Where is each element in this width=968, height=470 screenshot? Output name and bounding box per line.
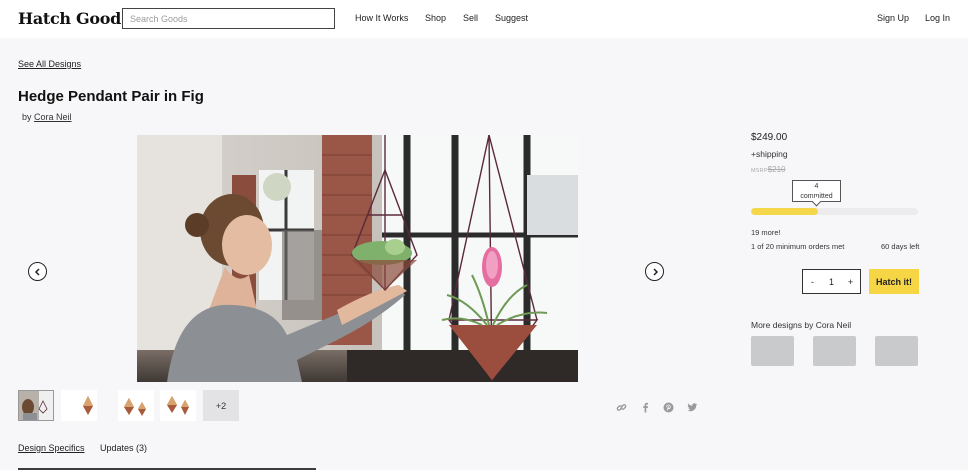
decrement-button[interactable]: - (803, 277, 822, 287)
related-design-3[interactable] (875, 336, 918, 366)
twitter-glyph (687, 403, 698, 412)
related-design-1[interactable] (751, 336, 794, 366)
link-glyph (616, 404, 627, 411)
product-hero-image (137, 135, 578, 382)
pinterest-glyph (663, 402, 674, 413)
committed-tooltip: 4 committed (792, 180, 841, 202)
next-image-button[interactable] (645, 262, 664, 281)
msrp: MSRP$210 (751, 165, 786, 174)
hero-photo (137, 135, 578, 382)
hatch-it-button[interactable]: Hatch it! (869, 269, 919, 294)
nav-suggest[interactable]: Suggest (495, 13, 528, 23)
thumbnail-photo (19, 391, 53, 420)
thumbnail-photo (118, 390, 154, 421)
committed-label: committed (800, 192, 833, 200)
more-thumbnails-button[interactable]: +2 (203, 390, 239, 421)
site-logo[interactable]: Hatch Good (18, 9, 121, 28)
facebook-icon[interactable] (640, 402, 651, 413)
more-designs-heading: More designs by Cora Neil (751, 320, 852, 330)
twitter-icon[interactable] (687, 402, 698, 413)
thumbnail-1[interactable] (18, 390, 54, 421)
minimum-orders-status: 1 of 20 minimum orders met (751, 242, 845, 251)
tab-design-specifics[interactable]: Design Specifics (18, 443, 85, 453)
designer-byline: by Cora Neil (22, 112, 72, 122)
quantity-value[interactable]: 1 (822, 277, 841, 287)
log-in-link[interactable]: Log In (925, 13, 950, 23)
chevron-left-icon (34, 267, 40, 276)
thumbnail-4[interactable] (160, 390, 196, 421)
increment-button[interactable]: + (841, 277, 860, 287)
byline-prefix: by (22, 112, 32, 122)
days-left: 60 days left (881, 242, 920, 251)
order-progress-bar (751, 208, 918, 215)
committed-count: 4 (814, 183, 819, 190)
quantity-stepper: - 1 + (802, 269, 861, 294)
facebook-glyph (643, 402, 648, 413)
msrp-label: MSRP (751, 168, 768, 174)
shipping-note: +shipping (751, 149, 788, 159)
thumbnail-photo (160, 390, 196, 421)
designer-link[interactable]: Cora Neil (34, 112, 72, 122)
see-all-designs-link[interactable]: See All Designs (18, 59, 81, 69)
site-header: Hatch Good How It Works Shop Sell Sugges… (0, 0, 968, 38)
order-progress-fill (751, 208, 818, 215)
sign-up-link[interactable]: Sign Up (877, 13, 909, 23)
orders-remaining: 19 more! (751, 228, 781, 237)
thumbnail-2[interactable] (61, 390, 97, 421)
nav-how-it-works[interactable]: How It Works (355, 13, 408, 23)
nav-shop[interactable]: Shop (425, 13, 446, 23)
msrp-value: $210 (767, 165, 786, 174)
previous-image-button[interactable] (28, 262, 47, 281)
thumbnail-photo (61, 390, 97, 421)
link-icon[interactable] (616, 402, 627, 413)
price: $249.00 (751, 132, 788, 143)
chevron-right-icon (652, 267, 658, 276)
page-title: Hedge Pendant Pair in Fig (18, 88, 204, 105)
pinterest-icon[interactable] (663, 402, 674, 413)
related-design-2[interactable] (813, 336, 856, 366)
nav-sell[interactable]: Sell (463, 13, 478, 23)
search-input[interactable] (122, 8, 335, 29)
thumbnail-3[interactable] (118, 390, 154, 421)
tab-updates[interactable]: Updates (3) (100, 443, 147, 453)
